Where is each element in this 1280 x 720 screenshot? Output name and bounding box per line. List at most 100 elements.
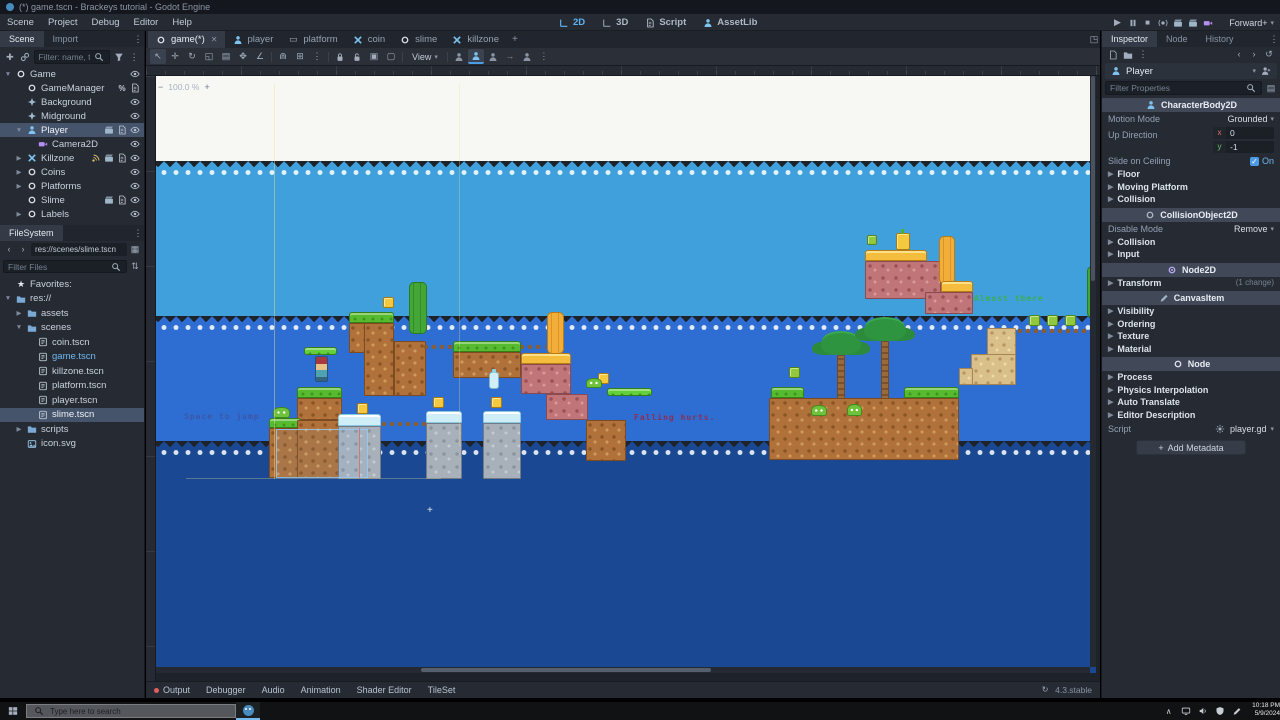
level-stone[interactable]	[483, 423, 521, 479]
fs-display-mode-button[interactable]: ▦	[129, 244, 141, 256]
skeleton-icon-2[interactable]	[467, 49, 484, 64]
remote-debug-button[interactable]	[1156, 16, 1169, 29]
skeleton-icon-1[interactable]	[451, 49, 467, 64]
script-icon[interactable]	[116, 152, 128, 164]
level-greenplat[interactable]	[607, 388, 652, 396]
script-value-dropdown[interactable]: player.gd ▾	[1214, 423, 1274, 435]
section-visibility[interactable]: ▶ Visibility	[1102, 305, 1280, 318]
menu-project[interactable]: Project	[41, 17, 85, 28]
level-coin[interactable]	[383, 297, 394, 308]
scene-dock-menu-button[interactable]: ⋮	[132, 33, 144, 45]
level-ice[interactable]	[338, 414, 381, 426]
v-scroll-thumb[interactable]	[1091, 76, 1095, 281]
level-ice[interactable]	[426, 411, 462, 423]
expand-arrow[interactable]: ▼	[4, 295, 12, 302]
level-coin[interactable]	[357, 403, 368, 414]
expand-arrow[interactable]: ▼	[15, 324, 23, 331]
zoom-out-button[interactable]: −	[158, 82, 163, 92]
level-cactusy[interactable]	[939, 236, 955, 284]
level-coingreen[interactable]	[867, 235, 877, 245]
level-text-label[interactable]: Almost there	[974, 294, 1044, 303]
expand-arrow[interactable]: ▶	[15, 425, 23, 433]
section-process[interactable]: ▶ Process	[1102, 371, 1280, 384]
expand-properties-button[interactable]: ▤	[1265, 82, 1277, 94]
fs-item-assets[interactable]: ▶ assets	[0, 306, 144, 321]
eye-icon[interactable]	[129, 68, 141, 80]
level-sand[interactable]	[987, 328, 1016, 355]
section-texture[interactable]: ▶ Texture	[1102, 330, 1280, 343]
level-text-label[interactable]: Falling hurts.	[634, 413, 715, 422]
fs-sort-button[interactable]: ⇅	[129, 261, 141, 273]
level-slime[interactable]	[273, 407, 290, 418]
renderer-dropdown[interactable]: Forward+ ▾	[1229, 14, 1274, 31]
play-custom-scene-button[interactable]	[1186, 16, 1199, 29]
fs-item-scenes[interactable]: ▼ scenes	[0, 321, 144, 336]
start-button[interactable]	[0, 702, 26, 720]
instantiate-scene-button[interactable]	[19, 51, 31, 63]
axis-value-x[interactable]: 0	[1226, 127, 1274, 139]
tray-monitor-icon[interactable]	[1180, 706, 1191, 717]
new-resource-button[interactable]	[1107, 49, 1119, 61]
level-coinstem[interactable]	[896, 229, 910, 250]
play-button[interactable]: ▶	[1111, 16, 1124, 29]
level-sand[interactable]	[971, 354, 1016, 385]
ruler-tool[interactable]: ∠	[252, 49, 268, 64]
level-chain[interactable]	[381, 421, 429, 426]
section-transform[interactable]: ▶ Transform (1 change)	[1102, 277, 1280, 290]
ungroup-button[interactable]: ▢	[383, 49, 399, 64]
panel-tab-audio[interactable]: Audio	[254, 685, 293, 695]
tab-import[interactable]: Import	[44, 31, 88, 47]
view-menu-button[interactable]: View ▾	[406, 52, 444, 62]
level-bottle[interactable]	[489, 369, 499, 389]
movie-mode-button[interactable]	[1201, 16, 1214, 29]
scene-node-game[interactable]: ▼ Game	[0, 67, 144, 81]
section-collision[interactable]: ▶ Collision	[1102, 193, 1280, 206]
level-palmtop[interactable]	[864, 319, 906, 341]
scene-tab-game[interactable]: game(*) ✕	[148, 31, 225, 48]
group-button[interactable]: ▣	[366, 49, 382, 64]
level-coin[interactable]	[433, 397, 444, 408]
property-filter-input[interactable]: Filter Properties	[1105, 81, 1262, 95]
scene-node-midground[interactable]: Midground	[0, 109, 144, 123]
level-stone[interactable]	[426, 423, 462, 479]
level-coingreen[interactable]	[789, 367, 800, 378]
tab-filesystem[interactable]: FileSystem	[0, 225, 63, 241]
level-grass[interactable]	[297, 387, 342, 398]
2d-viewport[interactable]: − 100.0 % + Space to jump Falling hurts. A…	[146, 66, 1100, 681]
level-grass[interactable]	[904, 387, 959, 398]
distraction-free-button[interactable]: ◳	[1088, 34, 1100, 46]
clapper-icon[interactable]	[103, 152, 115, 164]
eye-icon[interactable]	[129, 194, 141, 206]
pause-button[interactable]	[1126, 16, 1139, 29]
mode-button-assetlib[interactable]: AssetLib	[696, 17, 763, 29]
expand-arrow[interactable]: ▼	[15, 127, 23, 134]
pan-tool[interactable]: ✥	[235, 49, 251, 64]
percent-icon[interactable]: %	[116, 82, 128, 94]
scene-node-labels[interactable]: ▶ Labels	[0, 207, 144, 221]
filter-options-button[interactable]	[113, 51, 125, 63]
property-value-dropdown[interactable]: Remove ▾	[1234, 224, 1274, 234]
section-ordering[interactable]: ▶ Ordering	[1102, 318, 1280, 331]
resource-options-button[interactable]: ⋮	[1137, 49, 1149, 61]
skeleton-arrow-icon[interactable]: →	[502, 49, 518, 64]
window-titlebar[interactable]: (*) game.tscn - Brackeys tutorial - Godo…	[0, 0, 1280, 14]
section-auto-translate[interactable]: ▶ Auto Translate	[1102, 396, 1280, 409]
axis-value-y[interactable]: -1	[1226, 141, 1274, 153]
level-dirt[interactable]	[453, 352, 521, 378]
snap-options-menu[interactable]: ⋮	[309, 49, 325, 64]
scene-node-gamemanager[interactable]: GameManager%	[0, 81, 144, 95]
fs-filter-input[interactable]: Filter Files	[3, 260, 127, 273]
tab-history[interactable]: History	[1197, 31, 1243, 47]
scene-node-killzone[interactable]: ▶ Killzone	[0, 151, 144, 165]
level-dirt[interactable]	[586, 420, 626, 461]
eye-icon[interactable]	[129, 96, 141, 108]
level-text-label[interactable]: Space to jump	[184, 412, 260, 421]
scene-tab-coin[interactable]: coin	[345, 31, 392, 48]
vector-component-x[interactable]: x0	[1213, 127, 1274, 139]
scene-tab-slime[interactable]: slime	[392, 31, 444, 48]
panel-tab-shader-editor[interactable]: Shader Editor	[349, 685, 420, 695]
vector-component-y[interactable]: y -1	[1213, 141, 1274, 153]
scene-tab-platform[interactable]: ▭ platform	[280, 31, 344, 48]
scene-filter-input[interactable]: Filter: name, t	[33, 50, 111, 64]
version-button[interactable]: ↻ 4.3.stable	[1039, 684, 1100, 696]
